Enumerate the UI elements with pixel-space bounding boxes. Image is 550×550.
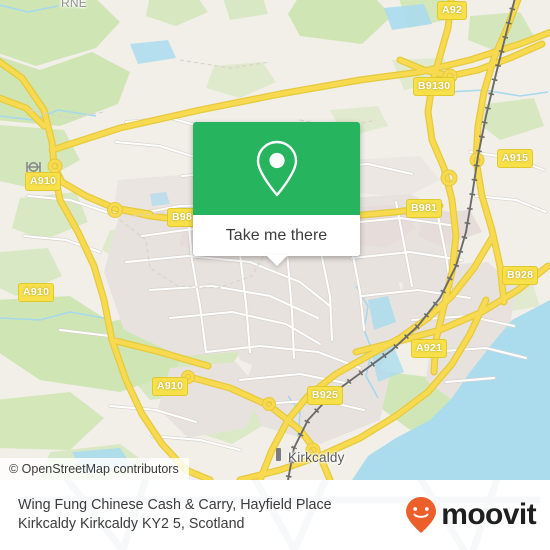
moovit-pin-icon (406, 497, 437, 533)
place-label: Kirkcaldy (288, 450, 345, 465)
map-screenshot: A92 B9130 A915 A910 B981 B98 B928 A910 A921 A910 B… (0, 0, 550, 550)
callout-pointer-tail (265, 255, 288, 266)
road-shield: B928 (502, 266, 539, 285)
road-shield: A910 (25, 172, 62, 191)
footer-bar: Wing Fung Chinese Cash & Carry, Hayfield… (0, 480, 550, 550)
road-shield: B925 (307, 386, 344, 405)
place-label: RNE (61, 0, 87, 10)
callout-action-area[interactable]: Take me there (193, 215, 360, 256)
destination-callout-card[interactable]: Take me there (193, 122, 360, 266)
road-shield: A910 (152, 377, 189, 396)
moovit-wordmark: moovit (441, 498, 536, 531)
road-shield: A910 (18, 283, 55, 302)
place-title-line-2: Kirkcaldy Kirkcaldy KY2 5, Scotland (18, 516, 245, 532)
road-shield: A915 (497, 149, 534, 168)
railway-station-marker (276, 448, 281, 461)
road-shield: B9130 (413, 77, 456, 96)
road-shield: B981 (406, 199, 443, 218)
callout-icon-area (193, 122, 360, 215)
map-canvas[interactable]: A92 B9130 A915 A910 B981 B98 B928 A910 A921 A910 B… (0, 0, 550, 480)
road-shield: A921 (411, 339, 448, 358)
place-title: Wing Fung Chinese Cash & Carry, Hayfield… (18, 496, 332, 534)
map-pin-icon (256, 140, 297, 196)
road-shield: A92 (437, 1, 468, 20)
moovit-logo[interactable]: moovit (404, 496, 537, 534)
take-me-there-label: Take me there (225, 226, 328, 244)
place-title-line-1: Wing Fung Chinese Cash & Carry, Hayfield… (18, 497, 332, 513)
osm-attribution[interactable]: © OpenStreetMap contributors (0, 458, 189, 480)
